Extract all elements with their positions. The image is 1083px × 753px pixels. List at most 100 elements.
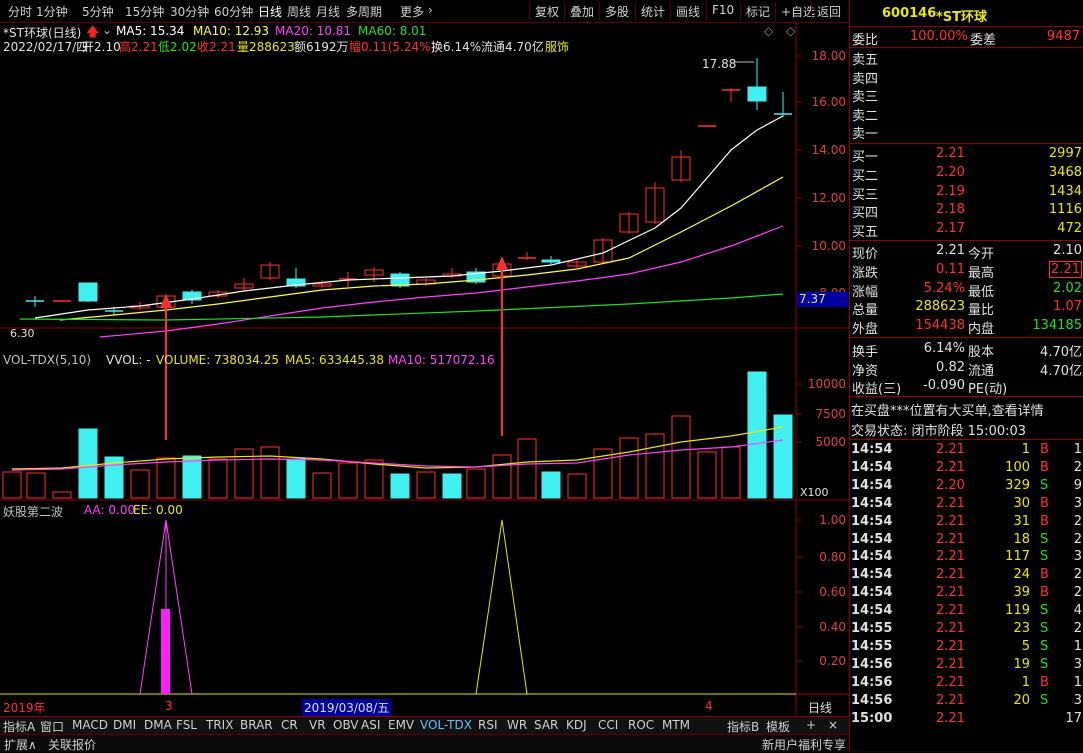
tick-time: 14:54 xyxy=(851,477,893,493)
tick-count: 2 xyxy=(1073,513,1082,529)
quote-value: 134185 xyxy=(1032,318,1082,334)
tick-time: 14:54 xyxy=(851,585,893,601)
stats-label: 换手 xyxy=(852,345,879,360)
toolbar-button-3[interactable]: 统计 xyxy=(641,3,665,20)
more-chevron-icon[interactable]: › xyxy=(428,3,433,17)
period-tab-10[interactable]: 更多 xyxy=(400,3,424,20)
expand-button[interactable]: 扩展∧ xyxy=(4,736,37,753)
indicator-tab-13[interactable]: VOL-TDX xyxy=(420,718,472,732)
indicator-tab-9[interactable]: VR xyxy=(309,718,326,732)
indicator-tab-5[interactable]: FSL xyxy=(176,718,197,732)
indicator-tab-0[interactable]: 指标A xyxy=(3,718,35,735)
period-tab-0[interactable]: 分时 xyxy=(8,3,32,20)
sell-level-label: 卖二 xyxy=(852,108,879,124)
tick-time: 14:54 xyxy=(851,549,893,565)
period-tab-9[interactable]: 多周期 xyxy=(346,3,382,20)
period-tab-7[interactable]: 周线 xyxy=(287,3,311,20)
tick-volume: 1 xyxy=(1021,674,1030,690)
period-tab-3[interactable]: 15分钟 xyxy=(125,3,164,20)
tick-row: 14:54 2.21 31 B 2 xyxy=(850,514,1083,532)
buy-row: 买一 2.21 2997 xyxy=(850,146,1083,165)
tick-count: 2 xyxy=(1073,621,1082,636)
period-tab-4[interactable]: 30分钟 xyxy=(170,3,209,20)
toolbar-divider xyxy=(811,2,812,20)
toolbar-button-4[interactable]: 画线 xyxy=(676,3,700,20)
info-industry-tag[interactable]: 服饰 xyxy=(545,38,569,55)
period-tab-6[interactable]: 日线 xyxy=(258,3,282,20)
volume-bar xyxy=(416,471,436,499)
indicator-tab-7[interactable]: BRAR xyxy=(240,718,273,732)
period-tab-5[interactable]: 60分钟 xyxy=(214,3,253,20)
volume-bar xyxy=(2,471,22,499)
tick-volume: 18 xyxy=(1013,531,1030,547)
buy-price: 2.21 xyxy=(936,146,965,161)
stats-value: 0.82 xyxy=(936,359,965,375)
indicator-tab-8[interactable]: CR xyxy=(281,718,298,732)
toolbar-button-1[interactable]: 叠加 xyxy=(570,3,594,20)
period-tab-8[interactable]: 月线 xyxy=(316,3,340,20)
indicator-tab-12[interactable]: EMV xyxy=(388,718,414,732)
tick-direction: S xyxy=(1040,531,1049,547)
indicator-tab-15[interactable]: WR xyxy=(507,718,527,732)
indicator-tab-11[interactable]: ASI xyxy=(361,718,380,732)
indicator-tab-14[interactable]: RSI xyxy=(478,718,498,732)
indicator-tab-18[interactable]: CCI xyxy=(598,718,618,732)
toolbar-button-8[interactable]: 返回 xyxy=(817,3,841,20)
indicator-right-tab-0[interactable]: 指标B xyxy=(727,718,759,735)
period-tab-2[interactable]: 5分钟 xyxy=(82,3,114,20)
indicator-tab-10[interactable]: OBV xyxy=(333,718,359,732)
indicator-tab-3[interactable]: DMI xyxy=(113,718,136,732)
tick-volume: 5 xyxy=(1021,638,1030,654)
expand-icon[interactable]: ◇ xyxy=(786,24,795,38)
toolbar-button-6[interactable]: 标记 xyxy=(746,3,770,20)
indicator-tab-4[interactable]: DMA xyxy=(144,718,172,732)
indicator-tab-16[interactable]: SAR xyxy=(534,718,558,732)
quote-label: 现价 xyxy=(852,247,879,262)
tick-time: 14:56 xyxy=(851,674,893,690)
quote-value: 1.07 xyxy=(1053,299,1082,315)
indicator-tab-2[interactable]: MACD xyxy=(72,718,108,732)
quote-panel: 600146 *ST环球 委比 100.00% 委差 9487 卖五 卖四 卖三 卖二… xyxy=(849,0,1083,751)
chart-area[interactable]: 18.0016.0014.0012.0010.008.0010000750050… xyxy=(0,22,849,716)
tick-direction: S xyxy=(1040,638,1049,654)
info-open: 开2.10 xyxy=(82,40,121,54)
buy-row: 买三 2.19 1434 xyxy=(850,184,1083,203)
volume-axis-label: 7500 xyxy=(815,407,846,421)
quote-label: 内盘 xyxy=(968,322,995,338)
indicator-tab-20[interactable]: MTM xyxy=(662,718,690,732)
related-quotes-button[interactable]: 关联报价 xyxy=(48,736,96,753)
tick-direction: S xyxy=(1040,692,1049,708)
toolbar-button-7[interactable]: +自选 xyxy=(781,3,815,20)
toolbar-divider xyxy=(564,2,565,20)
indicator-right-tab-1[interactable]: 模板 xyxy=(766,718,790,735)
chart-canvas[interactable]: 18.0016.0014.0012.0010.008.0010000750050… xyxy=(0,22,849,716)
sell-row: 卖三 xyxy=(850,86,1083,105)
toolbar-button-2[interactable]: 多股 xyxy=(605,3,629,20)
indicator-tab-17[interactable]: KDJ xyxy=(566,718,587,732)
tick-price: 2.21 xyxy=(936,549,965,565)
indicator-right-tab-3[interactable]: × xyxy=(828,718,838,732)
indicator-right-tab-2[interactable]: + xyxy=(806,718,816,732)
volume-title[interactable]: VOL-TDX(5,10) xyxy=(3,353,91,367)
new-user-benefit-link[interactable]: 新用户福利专享 xyxy=(762,736,846,753)
period-tab-1[interactable]: 1分钟 xyxy=(36,3,68,20)
tick-direction: B xyxy=(1040,585,1049,601)
timeline-month-3: 3 xyxy=(165,699,173,713)
volume-ma5-label: MA5: 633445.38 xyxy=(285,353,384,367)
toolbar-button-0[interactable]: 复权 xyxy=(535,3,559,20)
volume-unit: X100 xyxy=(800,486,829,499)
dropdown-chevron-icon[interactable]: ⌄ xyxy=(102,23,112,37)
quote-label: 外盘 xyxy=(852,322,879,338)
sell-level-label: 卖四 xyxy=(852,71,879,87)
indicator-tab-19[interactable]: ROC xyxy=(628,718,654,732)
indicator-tab-1[interactable]: 窗口 xyxy=(40,718,64,735)
buy-volume: 472 xyxy=(1057,221,1082,237)
tick-price: 2.21 xyxy=(936,692,965,708)
big-order-notice[interactable]: 在买盘***位置有大买单,查看详情 xyxy=(851,400,1044,419)
indicator-title[interactable]: 妖股第二波 xyxy=(3,503,63,520)
diamond-icon[interactable]: ◇ xyxy=(764,24,773,38)
volume-bar xyxy=(52,491,72,499)
sell-level-label: 卖一 xyxy=(852,127,879,143)
toolbar-button-5[interactable]: F10 xyxy=(712,3,734,17)
indicator-tab-6[interactable]: TRIX xyxy=(206,718,233,732)
